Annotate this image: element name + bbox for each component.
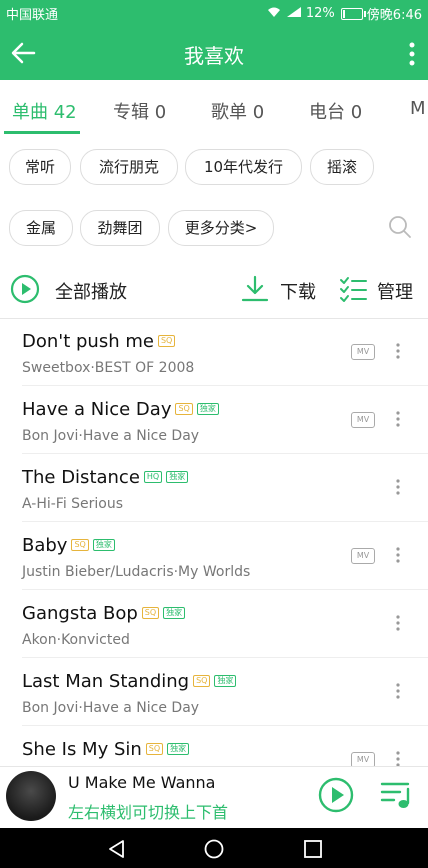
download-button[interactable]: 下载 xyxy=(280,278,316,304)
row-more-icon[interactable] xyxy=(394,342,402,360)
song-subtitle: A-Hi-Fi Serious xyxy=(22,496,124,512)
song-list: Don't push me SQ Sweetbox·BEST OF 2008 MV… xyxy=(0,318,428,766)
exclusive-badge: 独家 xyxy=(214,675,237,687)
category-tabs: 单曲 42 专辑 0 歌单 0 电台 0 M xyxy=(0,80,428,137)
chip-metal[interactable]: 金属 xyxy=(9,210,73,246)
song-row[interactable]: Baby SQ 独家 Justin Bieber/Ludacris·My World… xyxy=(22,522,428,590)
song-title: Don't push me xyxy=(22,331,154,352)
song-row[interactable]: She Is My Sin SQ 独家 MV xyxy=(22,726,428,766)
song-title-line: Last Man Standing SQ 独家 xyxy=(22,671,237,692)
song-subtitle: Akon·Konvicted xyxy=(22,632,130,648)
row-more-icon[interactable] xyxy=(394,410,402,428)
clock: 傍晚6:46 xyxy=(366,8,422,23)
tab-albums[interactable]: 专辑 0 xyxy=(113,98,166,124)
chip-frequent[interactable]: 常听 xyxy=(9,149,71,185)
song-title: She Is My Sin xyxy=(22,739,142,760)
exclusive-badge: 独家 xyxy=(167,743,190,755)
mv-icon[interactable]: MV xyxy=(351,412,375,428)
back-triangle-icon[interactable] xyxy=(106,838,128,860)
song-subtitle: Justin Bieber/Ludacris·My Worlds xyxy=(22,564,251,580)
song-title: The Distance xyxy=(22,467,140,488)
mv-icon[interactable]: MV xyxy=(351,548,375,564)
song-title-line: Have a Nice Day SQ 独家 xyxy=(22,399,219,420)
sq-badge: SQ xyxy=(145,743,164,755)
playlist-queue-icon[interactable] xyxy=(380,779,416,811)
download-icon[interactable] xyxy=(240,274,270,304)
song-title: Gangsta Bop xyxy=(22,603,138,624)
song-title: Baby xyxy=(22,535,68,556)
action-bar: 全部播放 下载 管理 xyxy=(0,262,428,319)
sq-badge: SQ xyxy=(157,335,176,347)
row-more-icon[interactable] xyxy=(394,546,402,564)
app-bar: 我喜欢 xyxy=(0,26,428,80)
chip-more-categories[interactable]: 更多分类> xyxy=(168,210,274,246)
exclusive-badge: 独家 xyxy=(166,471,189,483)
chip-rock[interactable]: 摇滚 xyxy=(310,149,374,185)
song-subtitle: Sweetbox·BEST OF 2008 xyxy=(22,360,195,376)
sq-badge: SQ xyxy=(71,539,89,551)
mv-icon[interactable]: MV xyxy=(351,344,375,360)
carrier-label: 中国联通 xyxy=(6,8,59,23)
song-title-line: Don't push me SQ xyxy=(22,331,176,352)
song-title-line: The Distance HQ 独家 xyxy=(22,467,189,488)
song-subtitle: Bon Jovi·Have a Nice Day xyxy=(22,700,200,716)
more-vert-icon[interactable] xyxy=(408,42,416,66)
song-title-line: She Is My Sin SQ 独家 xyxy=(22,739,190,760)
row-more-icon[interactable] xyxy=(394,614,402,632)
manage-list-icon[interactable] xyxy=(338,274,368,304)
song-row[interactable]: Last Man Standing SQ 独家 Bon Jovi·Have a Ni… xyxy=(22,658,428,726)
song-title: Last Man Standing xyxy=(22,671,190,692)
song-title: Have a Nice Day xyxy=(22,399,172,420)
hq-badge: HQ xyxy=(143,471,163,483)
search-icon[interactable] xyxy=(388,215,412,239)
battery-percent: 12% xyxy=(305,6,335,21)
recents-square-icon[interactable] xyxy=(302,838,324,860)
mv-icon[interactable]: MV xyxy=(351,752,375,766)
tab-playlists[interactable]: 歌单 0 xyxy=(211,98,264,124)
chip-2010s[interactable]: 10年代发行 xyxy=(185,149,302,185)
song-row[interactable]: The Distance HQ 独家 A-Hi-Fi Serious xyxy=(22,454,428,522)
home-circle-icon[interactable] xyxy=(203,838,225,860)
chip-audition[interactable]: 劲舞团 xyxy=(80,210,160,246)
play-icon[interactable] xyxy=(318,777,354,813)
song-subtitle: Bon Jovi·Have a Nice Day xyxy=(22,428,200,444)
tab-songs[interactable]: 单曲 42 xyxy=(12,98,77,124)
status-bar: 中国联通 12% 傍晚6:46 xyxy=(0,0,428,26)
song-row[interactable]: Have a Nice Day SQ 独家 Bon Jovi·Have a Nice… xyxy=(22,386,428,454)
wifi-icon xyxy=(266,6,282,22)
chip-pop-punk[interactable]: 流行朋克 xyxy=(80,149,178,185)
status-right: 12% 傍晚6:46 xyxy=(266,4,422,23)
sq-badge: SQ xyxy=(175,403,193,415)
song-title-line: Baby SQ 独家 xyxy=(22,535,115,556)
manage-button[interactable]: 管理 xyxy=(377,278,413,304)
battery-icon xyxy=(340,7,366,20)
exclusive-badge: 独家 xyxy=(196,403,219,415)
exclusive-badge: 独家 xyxy=(92,539,115,551)
row-more-icon[interactable] xyxy=(394,750,402,766)
exclusive-badge: 独家 xyxy=(163,607,186,619)
tab-mv[interactable]: M xyxy=(410,98,426,119)
signal-icon xyxy=(286,6,302,22)
filter-chips: 常听 流行朋克 10年代发行 摇滚 金属 劲舞团 更多分类> xyxy=(0,136,428,262)
system-nav-bar xyxy=(0,828,428,868)
swipe-hint: 左右横划可切换上下首 xyxy=(68,803,229,822)
row-more-icon[interactable] xyxy=(394,682,402,700)
sq-badge: SQ xyxy=(193,675,211,687)
tab-radio[interactable]: 电台 0 xyxy=(309,98,362,124)
active-tab-indicator xyxy=(4,131,80,134)
play-all-icon[interactable] xyxy=(10,274,40,304)
sq-badge: SQ xyxy=(141,607,160,619)
page-title: 我喜欢 xyxy=(184,44,244,68)
song-title-line: Gangsta Bop SQ 独家 xyxy=(22,603,186,624)
song-row[interactable]: Gangsta Bop SQ 独家 Akon·Konvicted xyxy=(22,590,428,658)
play-all-button[interactable]: 全部播放 xyxy=(55,278,127,304)
now-playing-title: U Make Me Wanna xyxy=(68,773,216,792)
row-more-icon[interactable] xyxy=(394,478,402,496)
album-cover[interactable] xyxy=(6,771,56,821)
song-row[interactable]: Don't push me SQ Sweetbox·BEST OF 2008 MV xyxy=(22,318,428,386)
mini-player[interactable]: U Make Me Wanna 左右横划可切换上下首 xyxy=(0,766,428,829)
